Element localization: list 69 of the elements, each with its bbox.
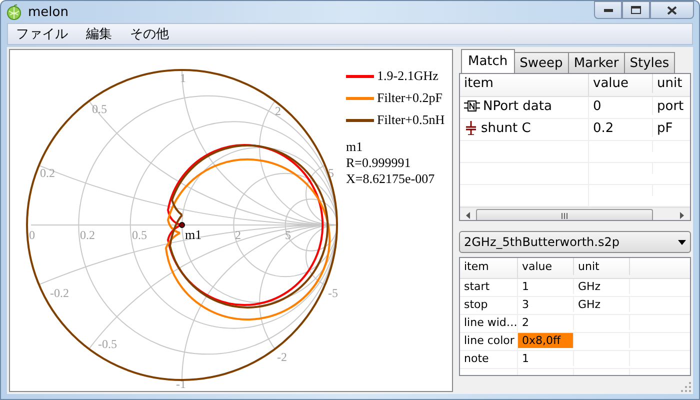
column-header[interactable]: value (518, 258, 574, 274)
melon-icon (6, 4, 22, 20)
maximize-button[interactable] (622, 1, 650, 19)
window-title: melon (28, 4, 68, 20)
grip-lines-icon (561, 212, 568, 218)
maximize-icon (631, 6, 641, 14)
close-button[interactable] (650, 1, 694, 19)
tab[interactable]: Marker (568, 52, 625, 73)
horizontal-scrollbar[interactable] (460, 207, 690, 220)
legend-label: 1.9-2.1GHz (377, 68, 438, 84)
color-value-cell[interactable]: 0x8,0ff (518, 333, 574, 348)
close-icon (667, 6, 677, 14)
capacitor-icon (464, 121, 478, 135)
axis-label: -0.5 (98, 337, 117, 351)
marker-dot (179, 222, 185, 228)
table-cell: 2 (522, 316, 529, 329)
column-header[interactable]: value (589, 74, 653, 92)
table-cell: 3 (522, 298, 529, 311)
table-cell: pF (657, 120, 673, 136)
scroll-right-icon[interactable] (680, 212, 684, 219)
axis-label: 5 (285, 228, 291, 242)
tab[interactable]: Sweep (514, 52, 569, 73)
axis-label: 0.5 (132, 228, 147, 242)
minimize-icon (604, 8, 612, 12)
column-header[interactable]: unit (653, 74, 690, 92)
table-cell: note (464, 352, 489, 365)
axis-label: 1 (180, 71, 186, 85)
table-cell: GHz (578, 298, 601, 311)
table-cell: 1 (522, 352, 529, 365)
menu-item[interactable]: 編集 (84, 25, 114, 43)
axis-label: -5 (328, 286, 338, 300)
legend-label: Filter+0.5nH (377, 112, 445, 128)
marker-readout: m1 (346, 139, 364, 155)
axis-label: -0.2 (50, 286, 69, 300)
axis-label: 2 (235, 228, 241, 242)
table-cell: 1 (522, 280, 529, 293)
scroll-left-icon[interactable] (466, 212, 470, 219)
minimize-button[interactable] (594, 1, 622, 19)
column-header[interactable]: item (460, 74, 589, 92)
column-header[interactable]: unit (574, 258, 630, 274)
column-header[interactable]: item (460, 258, 518, 274)
menu-item[interactable]: ファイル (14, 25, 70, 43)
table-cell: start (464, 280, 490, 293)
axis-label: 0.2 (40, 166, 55, 180)
axis-label: 0.5 (92, 102, 107, 116)
axis-label: 2 (275, 104, 281, 118)
file-dropdown[interactable]: 2GHz_5thButterworth.s2p (459, 231, 691, 253)
axis-label: -2 (277, 350, 287, 364)
marker-label: m1 (185, 227, 202, 242)
table-cell: line color (464, 334, 514, 347)
table-cell: shunt C (481, 120, 531, 136)
table-cell: stop (464, 298, 488, 311)
tab[interactable]: Styles (624, 52, 676, 73)
dropdown-caret-icon (678, 240, 686, 244)
nport-block-icon (464, 100, 480, 112)
table-cell: line wid… (464, 316, 517, 329)
table-cell: NPort data (483, 98, 552, 114)
table-cell: GHz (578, 280, 601, 293)
tab[interactable]: Match (461, 49, 515, 73)
marker-readout: X=8.62175e-007 (346, 171, 436, 187)
table-cell: port (657, 98, 684, 114)
table-cell: 0.2 (593, 120, 614, 136)
axis-label: 0.2 (80, 228, 95, 242)
marker-readout: R=0.999991 (346, 155, 412, 171)
legend-label: Filter+0.2pF (377, 90, 442, 106)
resize-grip-icon (681, 382, 691, 392)
table-cell: 0 (593, 98, 602, 114)
axis-label: 0 (29, 228, 35, 242)
menu-item[interactable]: その他 (128, 25, 171, 43)
